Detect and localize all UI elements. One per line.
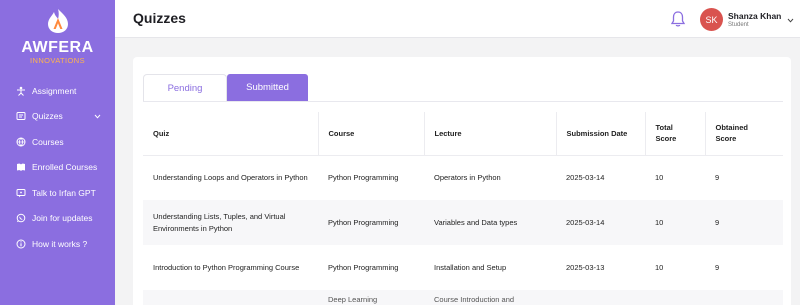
- sidebar-item-talk-to-irfan-gpt[interactable]: Talk to Irfan GPT: [0, 180, 115, 206]
- cell-obtained-score: 9: [715, 172, 720, 182]
- column-header-obtained-score[interactable]: Obtained Score: [704, 112, 783, 156]
- cell-total-score: 10: [645, 200, 705, 245]
- table-row[interactable]: Deep Learning Course Introduction and: [143, 290, 783, 305]
- submitted-quizzes-table: Quiz Course Lecture Submission Date Tota…: [143, 112, 783, 305]
- column-header-text: Total: [655, 123, 673, 133]
- cell-quiz: [143, 290, 318, 305]
- chat-icon: [16, 188, 26, 198]
- cell-total-score: [645, 290, 705, 305]
- cell-total-score: 10: [655, 172, 664, 182]
- cell-lecture: Course Introduction and: [424, 290, 556, 305]
- cell-quiz: Introduction to Python Programming Cours…: [153, 262, 300, 272]
- column-header-quiz[interactable]: Quiz: [143, 112, 318, 156]
- sidebar-item-label: Courses: [32, 136, 64, 147]
- sidebar-item-join-for-updates[interactable]: Join for updates: [0, 206, 115, 232]
- sidebar-item-courses[interactable]: Courses: [0, 129, 115, 155]
- chevron-down-icon[interactable]: [787, 17, 794, 24]
- sidebar-item-label: How it works ?: [32, 238, 88, 249]
- sidebar-item-enrolled-courses[interactable]: Enrolled Courses: [0, 155, 115, 181]
- page-title: Quizzes: [133, 10, 186, 26]
- table-header-row: Quiz Course Lecture Submission Date Tota…: [143, 112, 783, 156]
- cell-date: [556, 290, 645, 305]
- notification-bell-icon[interactable]: [670, 10, 686, 28]
- flame-logo-icon: [47, 9, 68, 33]
- avatar[interactable]: SK: [700, 8, 723, 31]
- brand-title: AWFERA: [21, 39, 94, 56]
- globe-icon: [16, 137, 26, 147]
- sidebar-item-label: Quizzes: [32, 111, 63, 122]
- cell-total-score: 10: [655, 262, 664, 272]
- sidebar-item-label: Talk to Irfan GPT: [32, 187, 96, 198]
- brand-logo[interactable]: AWFERA INNOVATIONS: [0, 8, 115, 65]
- chevron-down-icon[interactable]: [94, 113, 101, 120]
- assignment-icon: [16, 86, 26, 96]
- column-header-course[interactable]: Course: [317, 112, 424, 156]
- column-header-text: Score: [715, 134, 737, 144]
- table-row[interactable]: Understanding Loops and Operators in Pyt…: [143, 155, 783, 200]
- table-row[interactable]: Introduction to Python Programming Cours…: [143, 245, 783, 290]
- info-icon: [16, 239, 26, 249]
- column-header-lecture[interactable]: Lecture: [423, 112, 556, 156]
- cell-lecture: Variables and Data types: [424, 200, 556, 245]
- cell-course: Deep Learning: [318, 290, 424, 305]
- cell-lecture: Installation and Setup: [434, 262, 507, 272]
- cell-course: Python Programming: [328, 172, 399, 182]
- cell-obtained-score: [705, 290, 783, 305]
- cell-course: Python Programming: [328, 262, 399, 272]
- sidebar-item-label: Enrolled Courses: [32, 162, 98, 173]
- user-role: Student: [728, 22, 749, 28]
- cell-quiz: Understanding Loops and Operators in Pyt…: [153, 172, 308, 182]
- column-header-text: Score: [655, 134, 677, 144]
- tab-pending[interactable]: Pending: [143, 74, 227, 101]
- sidebar-item-label: Join for updates: [32, 213, 93, 224]
- cell-lecture: Operators in Python: [434, 172, 501, 182]
- cell-course: Python Programming: [318, 200, 424, 245]
- cell-obtained-score: 9: [705, 200, 783, 245]
- cell-obtained-score: 9: [715, 262, 720, 272]
- sidebar-item-how-it-works[interactable]: How it works ?: [0, 231, 115, 257]
- user-name[interactable]: Shanza Khan: [728, 11, 781, 21]
- cell-date: 2025-03-14: [566, 172, 605, 182]
- quiz-icon: [16, 111, 26, 121]
- sidebar-item-quizzes[interactable]: Quizzes: [0, 104, 115, 130]
- book-icon: [16, 162, 26, 172]
- brand-subtitle: INNOVATIONS: [30, 56, 85, 65]
- column-header-submission-date[interactable]: Submission Date: [555, 112, 645, 156]
- cell-date: 2025-03-14: [556, 200, 645, 245]
- column-header-total-score[interactable]: Total Score: [644, 112, 705, 156]
- sidebar-item-label: Assignment: [32, 85, 77, 96]
- whatsapp-icon: [16, 213, 26, 223]
- cell-date: 2025-03-13: [566, 262, 605, 272]
- table-row[interactable]: Understanding Lists, Tuples, and Virtual…: [143, 200, 783, 245]
- quizzes-card: Pending Submitted Quiz Course Lecture Su…: [133, 57, 791, 305]
- cell-quiz: Understanding Lists, Tuples, and Virtual…: [143, 200, 318, 245]
- sidebar: AWFERA INNOVATIONS Assignment Quizzes Co…: [0, 0, 115, 305]
- tab-divider: [143, 101, 783, 102]
- column-header-text: Obtained: [715, 123, 749, 133]
- top-header: Quizzes SK Shanza Khan Student: [115, 0, 800, 38]
- sidebar-item-assignment[interactable]: Assignment: [0, 78, 115, 104]
- tab-submitted[interactable]: Submitted: [227, 74, 308, 101]
- sidebar-nav: Assignment Quizzes Courses Enrolled Cour…: [0, 78, 115, 257]
